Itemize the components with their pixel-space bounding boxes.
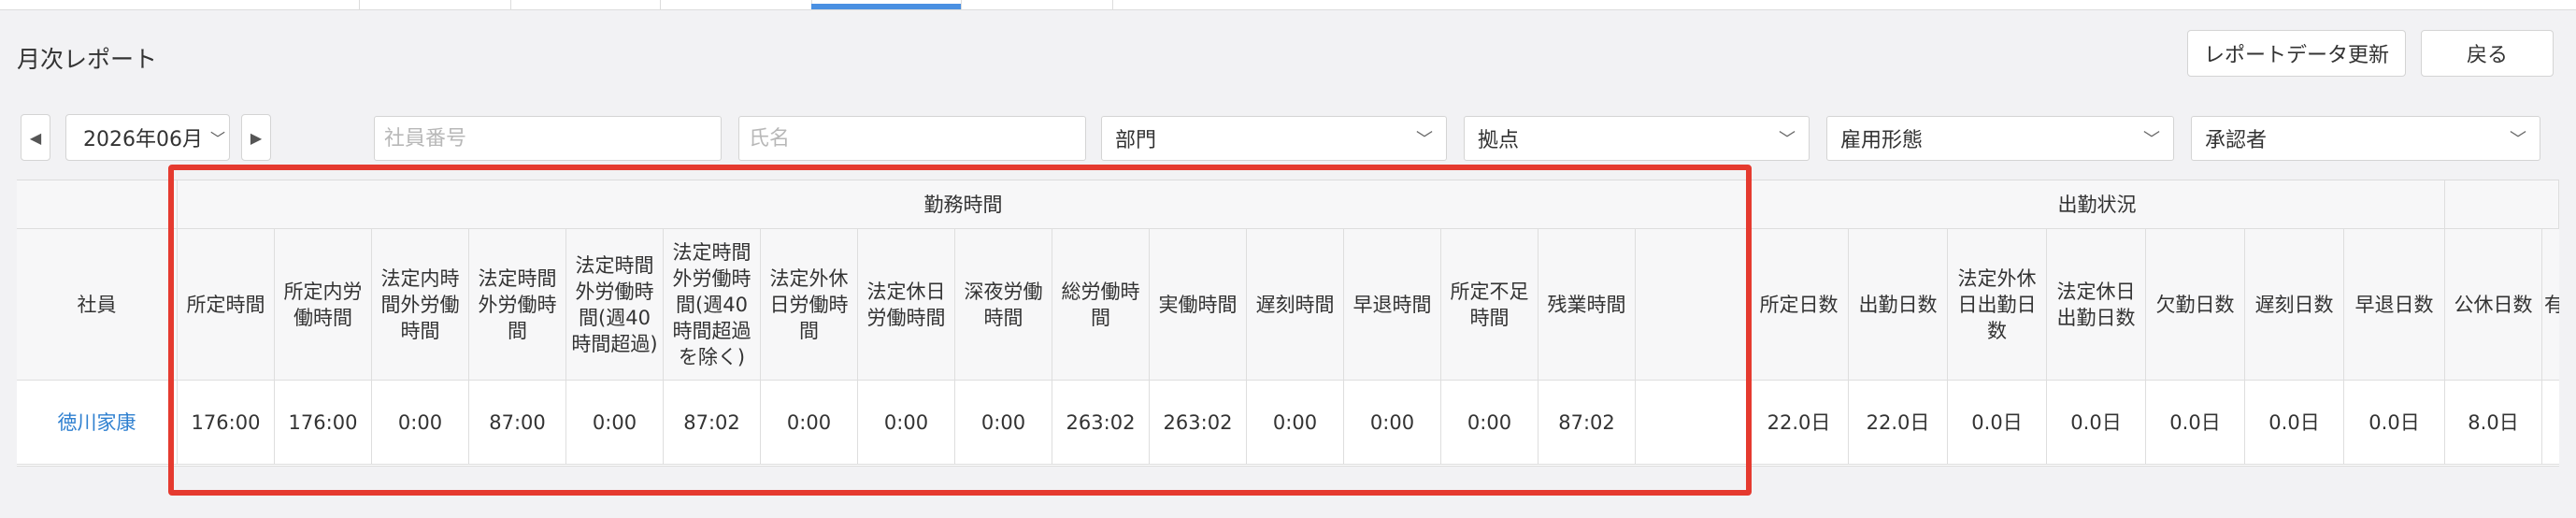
column-header: 法定時間外労働時間(週40時間超過を除く) — [664, 229, 761, 381]
column-header: 所定時間 — [178, 229, 275, 381]
tab-active-indicator[interactable] — [811, 4, 961, 9]
back-button[interactable]: 戻る — [2421, 30, 2554, 77]
month-select[interactable]: 2026年06月 ﹀ — [65, 114, 230, 161]
table-cell: 0:00 — [761, 381, 858, 465]
column-header: 遅刻時間 — [1247, 229, 1344, 381]
table-cell: 22.0日 — [1849, 381, 1948, 465]
month-value: 2026年06月 — [83, 128, 203, 151]
name-input[interactable] — [738, 116, 1086, 161]
table-cell: 0:00 — [1344, 381, 1441, 465]
caret-right-icon: ▶ — [250, 128, 263, 147]
employment-type-select[interactable]: 雇用形態 ﹀ — [1826, 116, 2174, 161]
column-header: 欠勤日数 — [2146, 229, 2245, 381]
column-header: 出勤日数 — [1849, 229, 1948, 381]
column-header: 所定日数 — [1750, 229, 1849, 381]
approver-label: 承認者 — [2205, 129, 2268, 152]
location-select[interactable]: 拠点 ﹀ — [1464, 116, 1810, 161]
next-month-button[interactable]: ▶ — [241, 114, 271, 161]
chevron-down-icon: ﹀ — [1416, 130, 1433, 150]
column-header: 所定内労働時間 — [275, 229, 372, 381]
table-cell: 87:02 — [664, 381, 761, 465]
tab-divider — [660, 0, 661, 9]
employee-column-header: 社員 — [17, 229, 178, 381]
chevron-down-icon: ﹀ — [2510, 130, 2526, 150]
employee-link[interactable]: 徳川家康 — [58, 410, 136, 436]
employee-number-input[interactable] — [374, 116, 722, 161]
table-cell: 0:00 — [858, 381, 955, 465]
column-header: 実働時間 — [1150, 229, 1247, 381]
table-cell: 0:00 — [1441, 381, 1538, 465]
column-header: 法定休日労働時間 — [858, 229, 955, 381]
group-header-blank — [17, 180, 178, 229]
department-label: 部門 — [1115, 129, 1157, 152]
tab-divider — [961, 0, 962, 9]
table-cell: 8.0日 — [2445, 381, 2542, 465]
column-header: 公休日数 — [2445, 229, 2542, 381]
location-label: 拠点 — [1478, 129, 1520, 152]
table-cell: 0.0日 — [2344, 381, 2445, 465]
column-header: 有 — [2542, 229, 2559, 381]
column-header — [1636, 229, 1750, 381]
chevron-down-icon: ﹀ — [209, 130, 225, 148]
table-cell: 0:00 — [566, 381, 664, 465]
employment-type-label: 雇用形態 — [1840, 129, 1924, 152]
caret-left-icon: ◀ — [29, 128, 42, 147]
column-header: 法定外休日出勤日数 — [1948, 229, 2047, 381]
table-cell: 0.0日 — [2146, 381, 2245, 465]
group-header-attendance: 出勤状況 — [1750, 180, 2445, 229]
department-select[interactable]: 部門 ﹀ — [1101, 116, 1447, 161]
top-tab-strip — [0, 0, 2576, 10]
table-cell: 176:00 — [178, 381, 275, 465]
table-cell: 263:02 — [1052, 381, 1150, 465]
tab-divider — [359, 0, 360, 9]
table-cell: 87:00 — [469, 381, 566, 465]
column-header: 法定時間外労働時間 — [469, 229, 566, 381]
table-cell — [1636, 381, 1750, 465]
prev-month-button[interactable]: ◀ — [21, 114, 50, 161]
group-header-work-hours: 勤務時間 — [178, 180, 1750, 229]
column-header: 遅刻日数 — [2245, 229, 2344, 381]
table-cell: 87:02 — [1538, 381, 1636, 465]
table-cell: 0:00 — [955, 381, 1052, 465]
approver-select[interactable]: 承認者 ﹀ — [2191, 116, 2540, 161]
tab-divider — [1112, 0, 1113, 9]
table-cell: 0:00 — [372, 381, 469, 465]
chevron-down-icon: ﹀ — [1779, 130, 1796, 150]
column-header: 早退日数 — [2344, 229, 2445, 381]
table-cell: 0.0日 — [2047, 381, 2146, 465]
column-header: 法定休日出勤日数 — [2047, 229, 2146, 381]
table-cell: 22.0日 — [1750, 381, 1849, 465]
column-header: 深夜労働時間 — [955, 229, 1052, 381]
monthly-report-table: 勤務時間 出勤状況 社員 所定時間 所定内労働時間 法定内時間外労働時間 法定時… — [17, 180, 2559, 467]
table-cell — [2542, 381, 2559, 465]
column-header: 所定不足時間 — [1441, 229, 1538, 381]
column-header: 法定内時間外労働時間 — [372, 229, 469, 381]
table-row-employee-cell[interactable]: 徳川家康 — [17, 381, 178, 465]
table-cell: 176:00 — [275, 381, 372, 465]
table-cell: 0.0日 — [1948, 381, 2047, 465]
group-header-extra — [2445, 180, 2559, 229]
refresh-report-button[interactable]: レポートデータ更新 — [2187, 30, 2406, 77]
column-header: 早退時間 — [1344, 229, 1441, 381]
tab-divider — [510, 0, 511, 9]
chevron-down-icon: ﹀ — [2143, 130, 2160, 150]
column-header: 法定外休日労働時間 — [761, 229, 858, 381]
page-title: 月次レポート — [17, 46, 158, 73]
table-cell: 263:02 — [1150, 381, 1247, 465]
column-header: 法定時間外労働時間(週40時間超過) — [566, 229, 664, 381]
table-cell: 0.0日 — [2245, 381, 2344, 465]
table-cell: 0:00 — [1247, 381, 1344, 465]
column-header: 残業時間 — [1538, 229, 1636, 381]
column-header: 総労働時間 — [1052, 229, 1150, 381]
